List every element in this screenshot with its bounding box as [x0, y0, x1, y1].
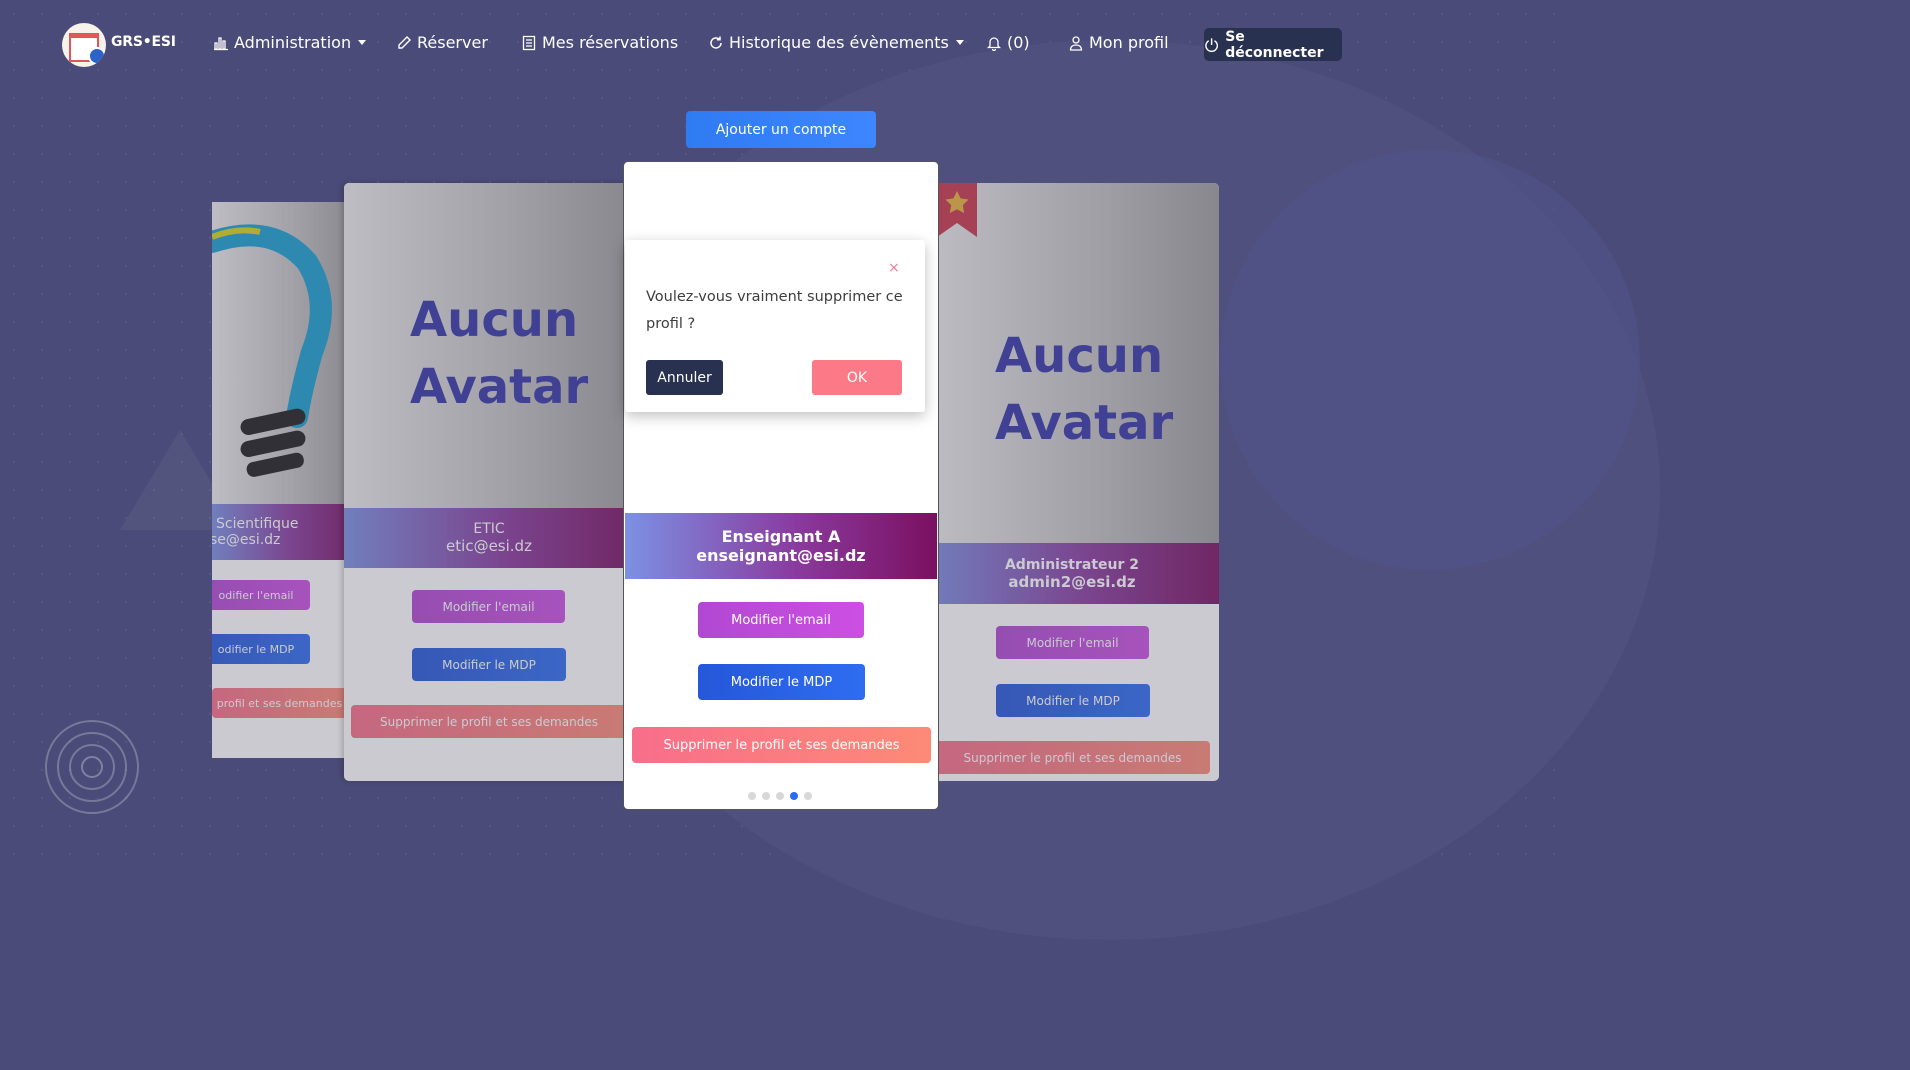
close-icon[interactable]: × — [888, 260, 900, 276]
edit-password-button[interactable]: odifier le MDP — [212, 634, 310, 664]
bell-icon — [986, 36, 1002, 51]
cancel-button[interactable]: Annuler — [646, 360, 723, 395]
carousel-dot[interactable] — [748, 792, 756, 800]
chevron-down-icon — [955, 40, 964, 45]
profile-email: enseignant@esi.dz — [696, 546, 866, 565]
add-account-button[interactable]: Ajouter un compte — [686, 111, 876, 148]
profile-info-band: Scientifique se@esi.dz — [212, 504, 357, 560]
carousel-dot[interactable] — [776, 792, 784, 800]
power-icon — [1205, 37, 1219, 52]
profile-email: se@esi.dz — [212, 532, 281, 548]
profile-info-band: Administrateur 2 admin2@esi.dz — [925, 543, 1219, 604]
nav-mes-reservations[interactable]: Mes réservations — [521, 33, 678, 52]
chevron-down-icon — [358, 40, 367, 45]
bar-chart-icon — [214, 36, 228, 50]
nav-historique[interactable]: Historique des évènements — [708, 33, 964, 52]
app-logo-text[interactable]: GRS•ESI — [111, 34, 176, 50]
nav-administration-label: Administration — [234, 33, 352, 52]
concentric-rings-decoration — [45, 720, 139, 814]
profile-info-band: ETIC etic@esi.dz — [344, 508, 634, 568]
logout-button[interactable]: Se déconnecter — [1204, 28, 1342, 61]
user-icon — [1069, 35, 1083, 51]
profile-email: etic@esi.dz — [446, 537, 532, 555]
avatar-image — [212, 202, 357, 504]
confirm-delete-dialog: × Voulez-vous vraiment supprimer ce prof… — [625, 240, 925, 412]
profile-card: Aucun Avatar Administrateur 2 admin2@esi… — [925, 183, 1219, 781]
edit-email-button[interactable]: Modifier l'email — [412, 590, 565, 623]
edit-email-button[interactable]: odifier l'email — [212, 580, 310, 610]
edit-password-button[interactable]: Modifier le MDP — [698, 664, 865, 700]
profile-card: Scientifique se@esi.dz odifier l'email o… — [212, 202, 357, 758]
delete-profile-button[interactable]: Supprimer le profil et ses demandes — [351, 705, 627, 738]
nav-historique-label: Historique des évènements — [729, 33, 949, 52]
nav-notifications[interactable]: (0) — [986, 33, 1030, 52]
carousel-indicators — [748, 792, 812, 800]
delete-profile-button[interactable]: Supprimer le profil et ses demandes — [935, 741, 1210, 774]
profile-card: Aucun Avatar ETIC etic@esi.dz Modifier l… — [344, 183, 634, 781]
nav-reserver-label: Réserver — [417, 33, 488, 52]
app-logo-icon[interactable] — [62, 23, 106, 67]
avatar-image: Aucun Avatar — [925, 183, 1219, 543]
avatar-placeholder-line2: Avatar — [995, 395, 1174, 452]
nav-mon-profil-label: Mon profil — [1089, 33, 1169, 52]
pencil-icon — [398, 35, 411, 49]
refresh-icon — [710, 36, 722, 49]
profile-role: Enseignant A — [721, 527, 841, 546]
avatar-placeholder-line1: Aucun — [410, 292, 579, 348]
ok-button[interactable]: OK — [812, 360, 902, 395]
delete-profile-button[interactable]: Supprimer le profil et ses demandes — [632, 727, 931, 763]
avatar-image: Aucun Avatar — [344, 183, 634, 508]
avatar-placeholder-line1: Aucun — [995, 328, 1164, 384]
star-ribbon-icon — [937, 183, 977, 237]
edit-email-button[interactable]: Modifier l'email — [996, 626, 1149, 659]
background-shape — [1220, 150, 1640, 570]
nav-mon-profil[interactable]: Mon profil — [1068, 33, 1169, 52]
nav-administration[interactable]: Administration — [213, 33, 367, 52]
profile-role: Scientifique — [216, 516, 299, 532]
dialog-message: Voulez-vous vraiment supprimer ce profil… — [646, 289, 903, 332]
top-navbar: GRS•ESI Administration Réserver Mes rése… — [0, 0, 1568, 90]
profile-role: ETIC — [473, 521, 505, 537]
lightbulb-logo-icon — [212, 224, 332, 477]
edit-password-button[interactable]: Modifier le MDP — [996, 684, 1150, 717]
carousel-dot-active[interactable] — [790, 792, 798, 800]
edit-password-button[interactable]: Modifier le MDP — [412, 648, 566, 681]
notification-count: (0) — [1007, 33, 1030, 52]
nav-reserver[interactable]: Réserver — [396, 33, 488, 52]
carousel-dot[interactable] — [804, 792, 812, 800]
profile-info-band: Enseignant A enseignant@esi.dz — [625, 513, 937, 579]
document-list-icon — [522, 35, 536, 50]
nav-mes-reservations-label: Mes réservations — [542, 33, 679, 52]
profile-email: admin2@esi.dz — [1008, 572, 1136, 591]
carousel-dot[interactable] — [762, 792, 770, 800]
avatar-placeholder-line2: Avatar — [410, 359, 589, 416]
delete-profile-button[interactable]: profil et ses demandes — [212, 688, 347, 718]
profile-role: Administrateur 2 — [1004, 556, 1140, 573]
logout-label: Se déconnecter — [1225, 28, 1324, 61]
edit-email-button[interactable]: Modifier l'email — [698, 602, 864, 638]
